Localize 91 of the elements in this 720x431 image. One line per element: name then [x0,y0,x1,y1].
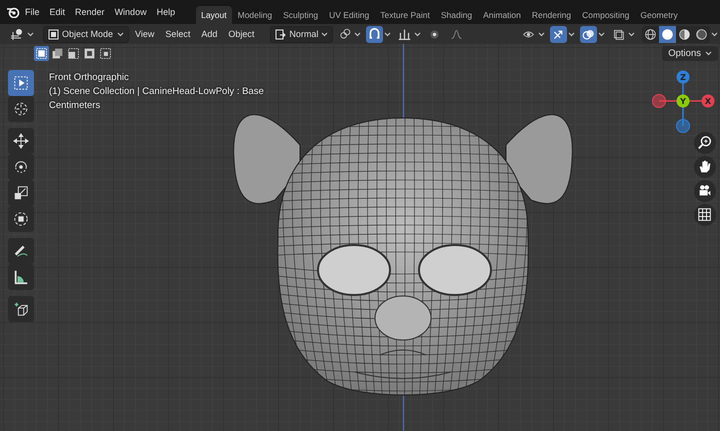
workspace-tab[interactable]: UV Editing [324,6,374,24]
transform-tool[interactable] [8,206,34,232]
mode-dropdown[interactable]: Object Mode [43,26,129,42]
move-tool[interactable] [8,128,34,154]
workspace-tab[interactable]: Texture Paint [375,6,435,24]
crosshair-icon [13,101,29,117]
arrows-icon [552,28,565,40]
gizmos-toggle[interactable] [550,26,567,42]
ruler-angle-icon [13,269,29,285]
header-menu[interactable]: Object [223,29,260,39]
viewport-info-text: (1) Scene Collection | CanineHead-LowPoly : Base [49,85,264,99]
camera-button[interactable] [694,180,716,202]
workspace-tab[interactable]: Layout [196,6,232,24]
move-arrows-icon [13,133,29,149]
workspace-tab[interactable]: Modeling [232,6,278,24]
caret-icon [117,32,124,36]
axis-gizmo[interactable]: Z Y X [645,64,720,139]
cursor-tool[interactable] [8,96,34,122]
select-invert-icon [83,46,96,60]
solid-sphere-icon [661,28,674,40]
menu-item[interactable]: Render [70,7,110,17]
rotate-icon [13,159,29,175]
material-sphere-icon [678,28,691,40]
caret-icon [414,32,422,36]
wireframe-sphere-icon [644,28,657,40]
caret-icon [705,50,712,56]
select-new-icon [35,46,48,60]
caret-icon [711,32,718,36]
caret-icon [538,32,545,36]
grid-icon [697,207,713,223]
shading-mode-button[interactable] [659,26,676,42]
workspace-tab[interactable]: Animation [478,6,526,24]
header-menu[interactable]: Select [160,29,196,39]
rendered-sphere-icon [695,28,708,40]
ruler-icon [398,28,412,40]
magnifier-plus-icon [697,135,713,151]
pivot-icon [338,28,352,40]
caret-icon [27,32,34,36]
caret-icon [384,32,392,36]
viewport-info-text: Centimeters [49,99,100,113]
magnet-icon [368,28,382,40]
workspace-tab[interactable]: Sculpting [278,6,324,24]
axes-icon [10,28,24,40]
menu-item[interactable]: File [20,7,45,17]
dot-icon [428,28,442,40]
transform-icon [13,211,29,227]
curve-icon [450,28,464,40]
select-mode-button[interactable] [66,46,81,60]
select-extend-icon [51,46,64,60]
grid-button[interactable] [694,204,716,226]
pan-button[interactable] [694,156,716,178]
menu-item[interactable]: Window [110,7,152,17]
options-dropdown[interactable]: Options [662,46,718,60]
select-box-icon [13,75,29,91]
hand-icon [697,159,713,175]
select-mode-button[interactable] [50,46,65,60]
header-menu[interactable]: View [130,29,160,39]
header-menu[interactable]: Add [196,29,222,39]
select-mode-button[interactable] [82,46,97,60]
menu-item[interactable]: Help [152,7,180,17]
scale-icon [13,185,29,201]
add-cube-tool[interactable] [8,296,34,322]
select-mode-button[interactable] [34,46,49,60]
caret-icon [321,32,328,36]
select-tool[interactable] [8,70,34,96]
cube-icon [48,28,59,40]
pencil-icon [13,243,29,259]
select-subtract-icon [67,46,80,60]
orientation-icon [275,28,286,40]
overlapping-circles-icon [582,28,595,40]
zoom-button[interactable] [694,132,716,154]
add-cube-icon [13,301,29,317]
workspace-tab[interactable]: Rendering [526,6,576,24]
caret-icon [354,32,362,36]
annotate-tool[interactable] [8,238,34,264]
overlays-toggle[interactable] [580,26,597,42]
caret-icon [628,32,635,36]
app-logo-icon[interactable] [6,6,20,18]
measure-tool[interactable] [8,264,34,290]
select-mode-button[interactable] [98,46,113,60]
caret-icon [568,32,575,36]
orientation-dropdown[interactable]: Normal [270,26,334,42]
caret-icon [598,32,605,36]
select-intersect-icon [99,46,112,60]
workspace-tab[interactable]: Compositing [577,6,634,24]
workspace-tab[interactable]: Geometry [635,6,683,24]
workspace-tab[interactable]: Shading [436,6,478,24]
snap-toggle[interactable] [366,26,384,42]
viewport-info-text: Front Orthographic [49,71,129,85]
menu-item[interactable]: Edit [44,7,70,17]
xray-icon [612,28,625,40]
